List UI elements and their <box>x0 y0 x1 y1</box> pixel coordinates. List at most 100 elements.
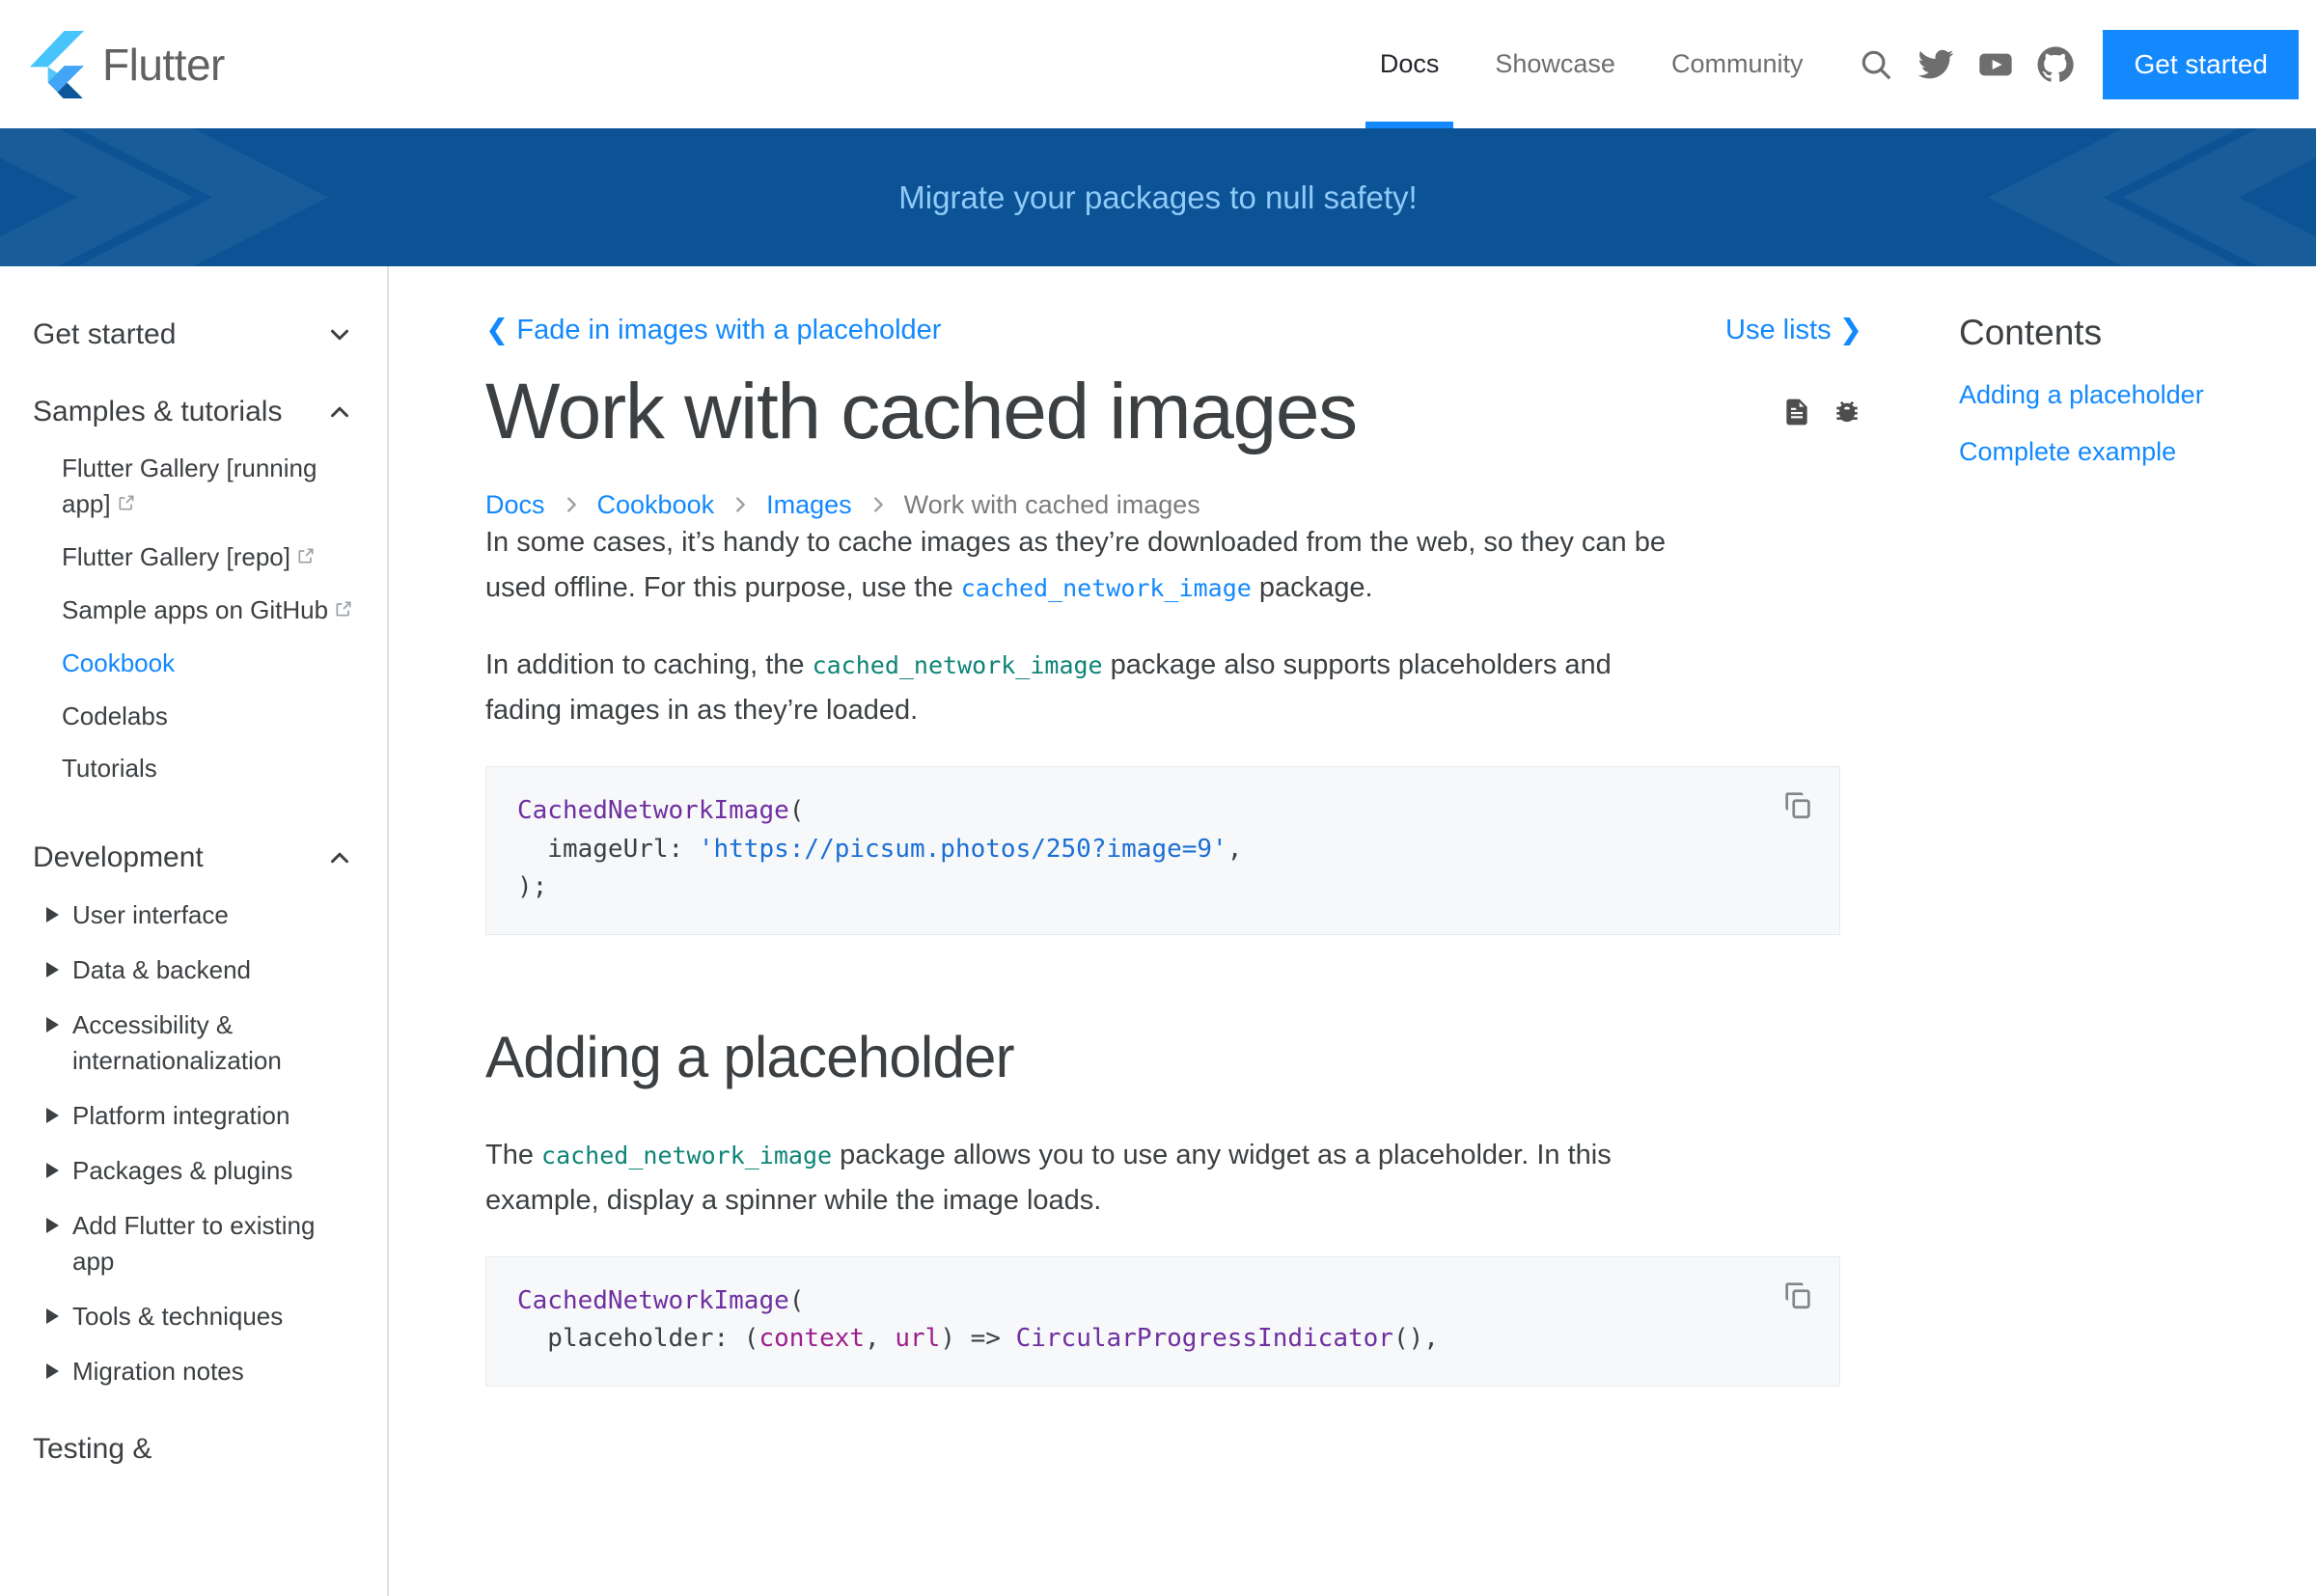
paragraph-text: package. <box>1251 571 1373 603</box>
bug-report-icon[interactable] <box>1832 397 1862 427</box>
triangle-right-icon <box>46 1162 59 1178</box>
chevron-up-icon <box>325 843 354 872</box>
youtube-icon[interactable] <box>1966 35 2026 95</box>
sidebar-group-get-started[interactable]: Get started <box>33 305 354 365</box>
brand-name: Flutter <box>102 39 225 90</box>
sidebar-group-label: Samples & tutorials <box>33 396 283 427</box>
sidebar-item-label: Packages & plugins <box>72 1155 293 1185</box>
code-token-param: url <box>895 1324 941 1354</box>
page-body: Get started Samples & tutorials Flutter … <box>0 266 2316 1596</box>
sidebar-item-accessibility-internationalization[interactable]: Accessibility & internationalization <box>46 998 354 1088</box>
copy-icon[interactable] <box>1781 788 1814 821</box>
code-token: ( <box>788 796 805 826</box>
code-token: imageUrl: <box>517 834 699 864</box>
sidebar-item-migration-notes[interactable]: Migration notes <box>46 1344 354 1399</box>
paragraph-text: In addition to caching, the <box>485 649 813 681</box>
code-block-basic-usage: CachedNetworkImage( imageUrl: 'https://p… <box>485 766 1840 935</box>
breadcrumb-item-cookbook[interactable]: Cookbook <box>597 490 715 520</box>
chevron-up-icon <box>325 398 354 427</box>
next-arrow-icon: ❯ <box>1838 315 1862 345</box>
triangle-right-icon <box>46 1217 59 1233</box>
external-link-icon <box>296 539 316 575</box>
cached-network-image-link[interactable]: cached_network_image <box>961 574 1252 602</box>
sidebar-item-flutter-gallery-repo[interactable]: Flutter Gallery [repo] <box>62 531 354 584</box>
sidebar-group-label: Development <box>33 841 204 874</box>
placeholder-paragraph: The cached_network_image package allows … <box>485 1133 1672 1224</box>
banner-chevron-decoration-right <box>1988 128 2316 266</box>
sidebar-group-development[interactable]: Development <box>33 828 354 888</box>
brand-home-link[interactable]: Flutter <box>29 30 225 98</box>
sidebar-item-sample-apps-on-github[interactable]: Sample apps on GitHub <box>62 584 354 637</box>
get-started-button[interactable]: Get started <box>2103 29 2299 99</box>
breadcrumb-item-docs[interactable]: Docs <box>485 490 545 520</box>
sidebar-item-add-flutter-to-existing-app[interactable]: Add Flutter to existing app <box>46 1198 354 1289</box>
page-title: Work with cached images <box>485 368 1358 455</box>
github-icon[interactable] <box>2026 35 2085 95</box>
chevron-right-icon <box>561 494 582 515</box>
sidebar-item-tools-techniques[interactable]: Tools & techniques <box>46 1289 354 1344</box>
sidebar-item-codelabs[interactable]: Codelabs <box>62 690 354 743</box>
sidebar-item-platform-integration[interactable]: Platform integration <box>46 1088 354 1143</box>
triangle-right-icon <box>46 1107 59 1123</box>
twitter-icon[interactable] <box>1906 35 1966 95</box>
sidebar-group-label: Testing & <box>33 1433 152 1466</box>
top-navigation-bar: Flutter Docs Showcase Community Get star… <box>0 0 2316 128</box>
code-token: placeholder: ( <box>517 1324 759 1354</box>
breadcrumb: Docs Cookbook Images Work with cached im… <box>485 490 1862 520</box>
triangle-right-icon <box>46 1307 59 1324</box>
triangle-right-icon <box>46 907 59 923</box>
prev-page-link[interactable]: ❮ Fade in images with a placeholder <box>485 313 941 346</box>
breadcrumb-item-current: Work with cached images <box>903 489 1200 519</box>
sidebar-item-label: Tools & techniques <box>72 1301 284 1331</box>
code-token-class: CircularProgressIndicator <box>1015 1324 1393 1354</box>
sidebar-item-data-backend[interactable]: Data & backend <box>46 943 354 998</box>
sidebar-item-cookbook[interactable]: Cookbook <box>62 637 354 690</box>
primary-nav-links: Docs Showcase Community <box>1352 0 1832 128</box>
flutter-logo-icon <box>29 30 85 98</box>
sidebar-item-flutter-gallery-running-app[interactable]: Flutter Gallery [running app] <box>62 442 354 531</box>
prev-next-pager: ❮ Fade in images with a placeholder Use … <box>485 313 1862 346</box>
external-link-icon <box>334 592 353 628</box>
code-token-class: CachedNetworkImage <box>517 796 789 826</box>
breadcrumb-item-images[interactable]: Images <box>766 490 852 520</box>
code-token: ); <box>517 872 548 902</box>
page-source-icon[interactable] <box>1781 397 1812 427</box>
sidebar-item-label: Accessibility & internationalization <box>72 1010 282 1076</box>
nav-link-showcase[interactable]: Showcase <box>1467 0 1643 128</box>
main-content: ❮ Fade in images with a placeholder Use … <box>389 266 1959 1596</box>
sidebar-group-testing[interactable]: Testing & <box>33 1419 354 1479</box>
page-action-icons <box>1781 364 1862 427</box>
nav-link-docs[interactable]: Docs <box>1352 0 1468 128</box>
sidebar-item-label: Migration notes <box>72 1356 244 1386</box>
search-icon[interactable] <box>1846 35 1906 95</box>
code-token: (), <box>1392 1324 1439 1354</box>
triangle-right-icon <box>46 1017 59 1033</box>
code-token-string: 'https://picsum.photos/250?image=9' <box>698 834 1227 864</box>
toc-item-complete-example[interactable]: Complete example <box>1959 437 2277 467</box>
nav-icon-group <box>1846 35 2085 95</box>
code-token: , <box>865 1324 896 1354</box>
nav-right-cluster: Docs Showcase Community Get started <box>1352 0 2316 128</box>
code-token-param: context <box>758 1324 866 1354</box>
copy-icon[interactable] <box>1781 1279 1814 1311</box>
code-token: ( <box>788 1285 805 1315</box>
external-link-icon <box>117 486 136 522</box>
toc-item-adding-a-placeholder[interactable]: Adding a placeholder <box>1959 380 2277 410</box>
sidebar-group-samples-tutorials[interactable]: Samples & tutorials <box>33 382 354 442</box>
caching-paragraph: In addition to caching, the cached_netwo… <box>485 643 1672 733</box>
chevron-right-icon <box>868 494 889 515</box>
next-page-label: Use lists <box>1725 315 1832 345</box>
sidebar-item-label: Flutter Gallery [repo] <box>62 541 290 571</box>
chevron-down-icon <box>325 320 354 349</box>
prev-arrow-icon: ❮ <box>485 315 510 345</box>
nav-link-community[interactable]: Community <box>1643 0 1832 128</box>
section-heading-adding-a-placeholder: Adding a placeholder <box>485 1024 1015 1089</box>
sidebar-item-packages-plugins[interactable]: Packages & plugins <box>46 1143 354 1198</box>
sidebar-item-tutorials[interactable]: Tutorials <box>62 742 354 795</box>
code-token: , <box>1227 834 1243 864</box>
banner-link[interactable]: Migrate your packages to null safety! <box>898 179 1417 216</box>
sidebar-item-label: Data & backend <box>72 955 252 985</box>
next-page-link[interactable]: Use lists ❯ <box>1725 313 1862 346</box>
sidebar-item-user-interface[interactable]: User interface <box>46 888 354 943</box>
announcement-banner: Migrate your packages to null safety! <box>0 128 2316 266</box>
